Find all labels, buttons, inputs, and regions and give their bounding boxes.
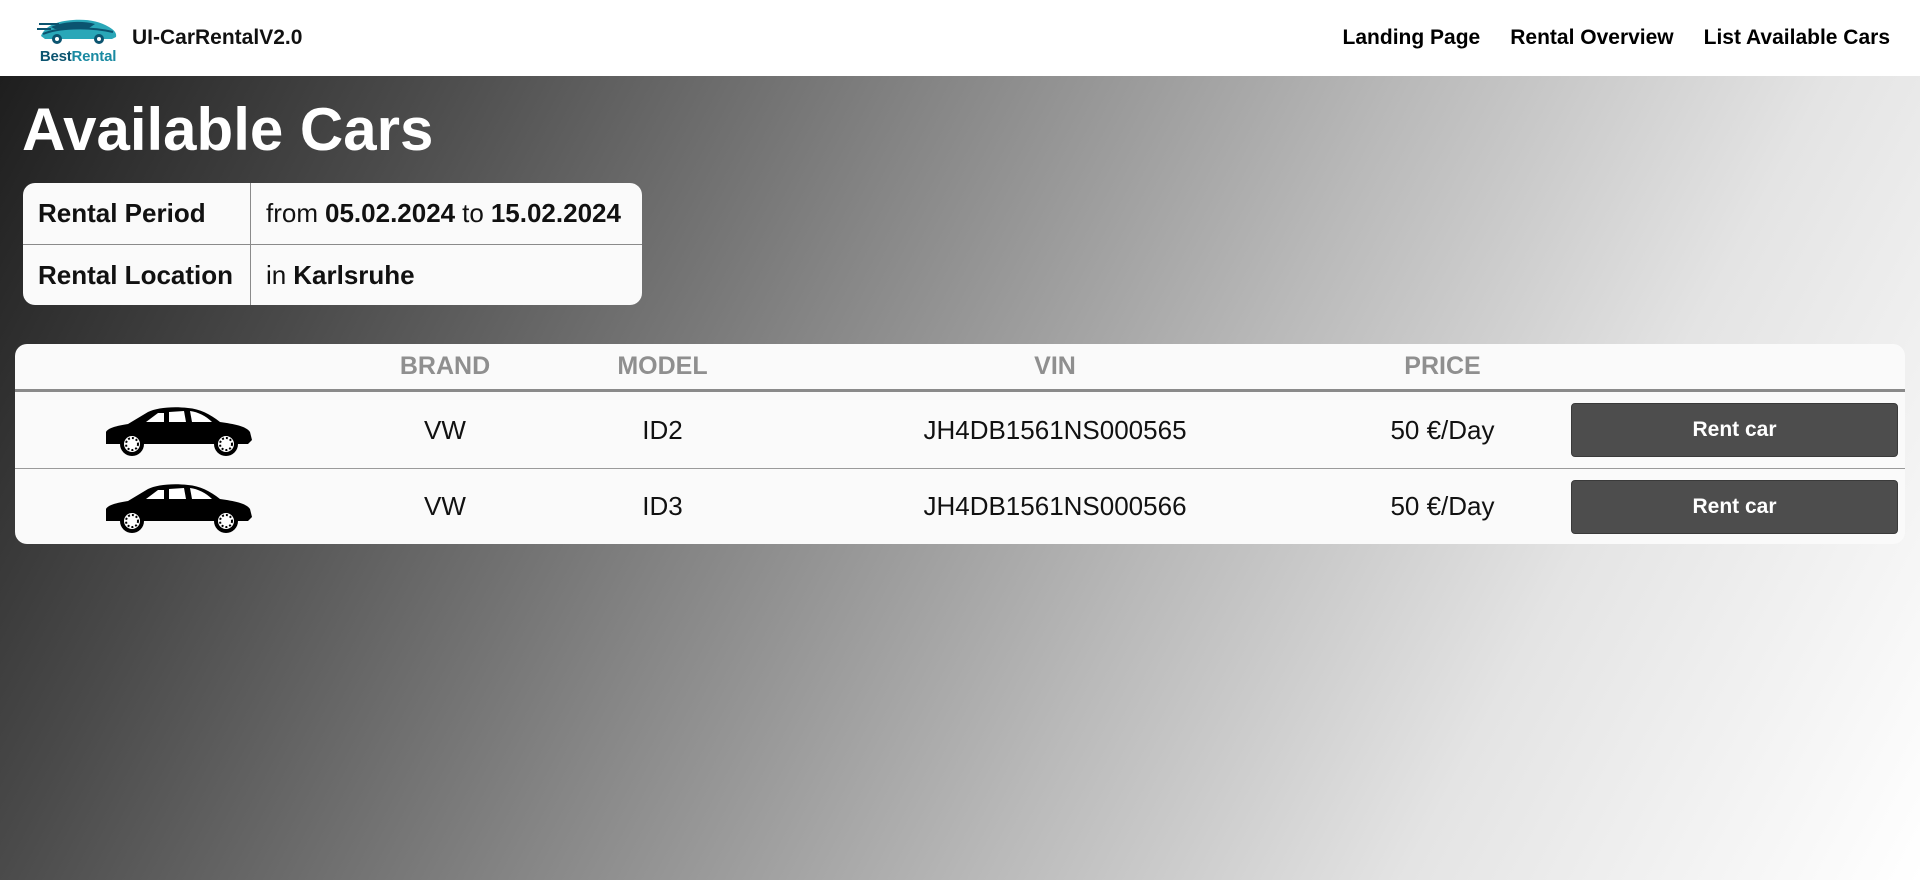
sedan-car-icon: [105, 407, 252, 456]
car-brand: VW: [424, 491, 466, 521]
table-header: BRAND MODEL VIN PRICE: [15, 344, 1905, 392]
column-header-price: PRICE: [1404, 352, 1481, 380]
available-cars-table: BRAND MODEL VIN PRICE VW ID2 JH4DB1561NS…: [15, 344, 1905, 544]
column-header-vin: VIN: [1034, 352, 1076, 380]
car-model: ID2: [642, 414, 683, 445]
rental-location-label: Rental Location: [23, 245, 251, 305]
period-to-word: to: [462, 198, 484, 228]
main-content: Available Cars Rental Period from 05.02.2…: [0, 76, 1920, 880]
nav-link-landing-page[interactable]: Landing Page: [1343, 26, 1481, 50]
nav-link-rental-overview[interactable]: Rental Overview: [1510, 26, 1673, 50]
car-image-cell: [15, 479, 340, 535]
car-action-cell: Rent car: [1550, 403, 1905, 457]
car-action-cell: Rent car: [1550, 479, 1905, 534]
rental-period-row: Rental Period from 05.02.2024 to 15.02.2024: [23, 183, 642, 244]
logo-text-rental: Rental: [71, 48, 117, 65]
sedan-car-icon: [105, 483, 252, 533]
car-brand: VW: [424, 414, 466, 445]
column-header-brand: BRAND: [399, 352, 491, 380]
rental-period-label: Rental Period: [23, 183, 251, 244]
rental-location-row: Rental Location in Karlsruhe: [23, 244, 642, 305]
rent-car-button[interactable]: Rent car: [1571, 479, 1898, 534]
car-image-cell: [15, 402, 340, 458]
car-vin: JH4DB1561NS000565: [923, 414, 1187, 445]
rental-period-value: from 05.02.2024 to 15.02.2024: [251, 183, 642, 244]
car-vin: JH4DB1561NS000566: [923, 491, 1187, 521]
car-model: ID3: [642, 491, 683, 521]
car-price: 50 €/Day: [1390, 414, 1495, 445]
logo-text-best: Best: [39, 48, 72, 65]
car-logo-icon: [37, 19, 117, 44]
page-title: Available Cars: [22, 96, 434, 163]
logo-wordmark: BestRental: [39, 48, 117, 65]
period-from-date: 05.02.2024: [325, 198, 456, 228]
column-header-model: MODEL: [617, 352, 708, 380]
rental-info-table: Rental Period from 05.02.2024 to 15.02.2024…: [23, 183, 642, 305]
brand[interactable]: BestRental UI-CarRentalV2.0: [36, 10, 302, 66]
brand-logo[interactable]: BestRental: [36, 10, 120, 66]
location-prefix: in: [266, 259, 287, 290]
app-title[interactable]: UI-CarRentalV2.0: [132, 26, 302, 50]
table-row: VW ID3 JH4DB1561NS000566 50 €/Day Rent c…: [15, 468, 1905, 544]
period-to-date: 15.02.2024: [490, 198, 621, 228]
period-from-word: from: [266, 198, 318, 228]
rent-car-button[interactable]: Rent car: [1571, 403, 1898, 457]
main-nav: Landing Page Rental Overview List Availa…: [1343, 26, 1890, 50]
top-navbar: BestRental UI-CarRentalV2.0 Landing Page…: [0, 0, 1920, 76]
nav-link-list-available-cars[interactable]: List Available Cars: [1704, 26, 1890, 50]
rental-location-value: in Karlsruhe: [251, 245, 642, 305]
table-row: VW ID2 JH4DB1561NS000565 50 €/Day Rent c…: [15, 392, 1905, 468]
location-name: Karlsruhe: [293, 259, 415, 290]
car-price: 50 €/Day: [1390, 491, 1495, 521]
